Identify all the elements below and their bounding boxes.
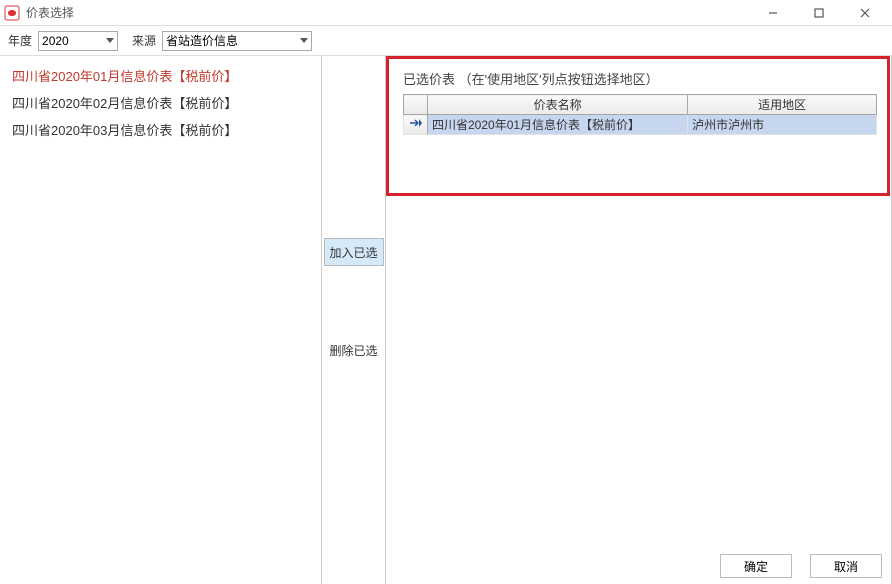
selected-price-table: 价表名称 适用地区 四川省2020年01月信息价表【税前价】 泸州市泸州市 bbox=[403, 94, 877, 135]
year-value: 2020 bbox=[42, 34, 69, 48]
cancel-button[interactable]: 取消 bbox=[810, 554, 882, 578]
source-value: 省站造价信息 bbox=[166, 32, 238, 49]
ok-button[interactable]: 确定 bbox=[720, 554, 792, 578]
column-header-region[interactable]: 适用地区 bbox=[688, 95, 877, 115]
row-pointer-icon bbox=[404, 115, 428, 135]
window-title: 价表选择 bbox=[26, 4, 74, 21]
available-price-table-list: 四川省2020年01月信息价表【税前价】 四川省2020年02月信息价表【税前价… bbox=[0, 56, 321, 149]
remove-button-label: 删除已选 bbox=[329, 342, 377, 359]
selected-title: 已选价表 （在'使用地区'列点按钮选择地区） bbox=[403, 69, 877, 88]
selected-list-pane: 已选价表 （在'使用地区'列点按钮选择地区） 价表名称 适用地区 四 bbox=[386, 56, 892, 584]
cell-region[interactable]: 泸州市泸州市 bbox=[688, 115, 877, 135]
list-item[interactable]: 四川省2020年03月信息价表【税前价】 bbox=[0, 116, 321, 143]
available-list-pane: 四川省2020年01月信息价表【税前价】 四川省2020年02月信息价表【税前价… bbox=[0, 56, 322, 584]
close-button[interactable] bbox=[842, 0, 888, 26]
list-item[interactable]: 四川省2020年01月信息价表【税前价】 bbox=[0, 62, 321, 89]
dialog-footer: 确定 取消 bbox=[720, 554, 882, 578]
table-row[interactable]: 四川省2020年01月信息价表【税前价】 泸州市泸州市 bbox=[404, 115, 877, 135]
chevron-down-icon bbox=[106, 38, 114, 43]
filter-toolbar: 年度 2020 来源 省站造价信息 bbox=[0, 26, 892, 56]
column-header-name[interactable]: 价表名称 bbox=[428, 95, 688, 115]
list-item[interactable]: 四川省2020年02月信息价表【税前价】 bbox=[0, 89, 321, 116]
cell-name: 四川省2020年01月信息价表【税前价】 bbox=[428, 115, 688, 135]
selected-area-highlight: 已选价表 （在'使用地区'列点按钮选择地区） 价表名称 适用地区 四 bbox=[386, 56, 890, 196]
list-item-label: 四川省2020年02月信息价表【税前价】 bbox=[12, 96, 237, 111]
cancel-button-label: 取消 bbox=[834, 558, 858, 575]
main-area: 四川省2020年01月信息价表【税前价】 四川省2020年02月信息价表【税前价… bbox=[0, 56, 892, 584]
list-item-label: 四川省2020年01月信息价表【税前价】 bbox=[12, 69, 237, 84]
add-button-label: 加入已选 bbox=[329, 244, 377, 261]
chevron-down-icon bbox=[300, 38, 308, 43]
maximize-button[interactable] bbox=[796, 0, 842, 26]
add-to-selected-button[interactable]: 加入已选 bbox=[324, 238, 384, 266]
app-icon bbox=[4, 5, 20, 21]
source-label: 来源 bbox=[132, 32, 156, 49]
window-controls bbox=[750, 0, 888, 26]
transfer-buttons-pane: 加入已选 删除已选 bbox=[322, 56, 386, 584]
titlebar: 价表选择 bbox=[0, 0, 892, 26]
ok-button-label: 确定 bbox=[744, 558, 768, 575]
row-handle-header bbox=[404, 95, 428, 115]
list-item-label: 四川省2020年03月信息价表【税前价】 bbox=[12, 123, 237, 138]
minimize-button[interactable] bbox=[750, 0, 796, 26]
source-select[interactable]: 省站造价信息 bbox=[162, 31, 312, 51]
remove-from-selected-button[interactable]: 删除已选 bbox=[324, 336, 384, 364]
year-label: 年度 bbox=[8, 32, 32, 49]
year-select[interactable]: 2020 bbox=[38, 31, 118, 51]
